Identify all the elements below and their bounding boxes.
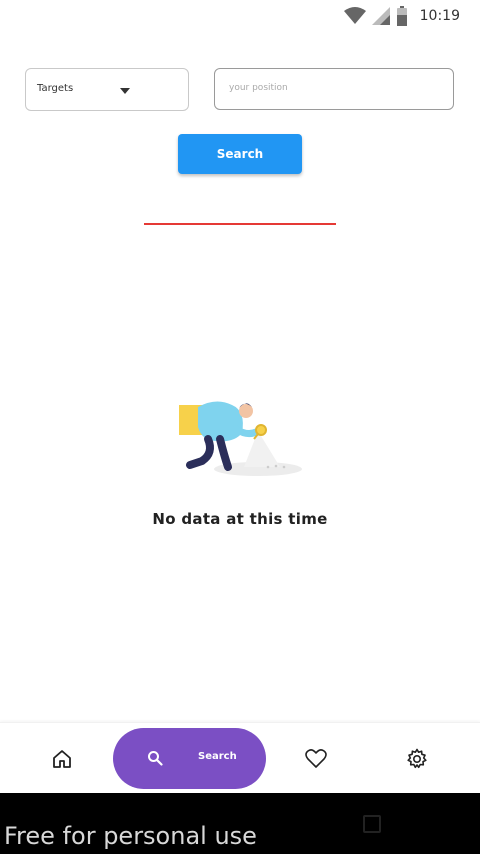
nav-favorites-button[interactable] — [292, 723, 340, 794]
wifi-icon — [343, 7, 366, 24]
search-icon — [148, 751, 163, 766]
nav-search-button[interactable]: Search — [113, 728, 266, 789]
status-bar: 10:19 — [0, 0, 480, 32]
cellular-signal-icon — [371, 7, 390, 25]
status-time: 10:19 — [419, 8, 460, 24]
recents-icon[interactable] — [363, 815, 381, 833]
position-input-placeholder: your position — [229, 83, 288, 93]
heart-icon — [305, 748, 327, 768]
chevron-down-icon — [120, 88, 130, 94]
targets-dropdown[interactable]: Targets — [25, 68, 189, 111]
targets-dropdown-label: Targets — [37, 83, 74, 94]
nav-home-button[interactable] — [38, 723, 86, 794]
bottom-navigation: Search — [0, 722, 480, 793]
watermark-text: Free for personal use — [4, 822, 257, 850]
nav-search-label: Search — [198, 751, 237, 762]
search-button[interactable]: Search — [178, 134, 302, 174]
gear-icon — [407, 748, 427, 768]
battery-icon — [396, 6, 407, 26]
nav-settings-button[interactable] — [393, 723, 441, 794]
divider-line — [144, 223, 336, 225]
status-icons: 10:19 — [343, 4, 460, 28]
home-icon — [53, 749, 71, 768]
position-input[interactable]: your position — [214, 68, 454, 110]
searching-person-illustration — [179, 401, 302, 476]
empty-state-message: No data at this time — [152, 510, 328, 528]
